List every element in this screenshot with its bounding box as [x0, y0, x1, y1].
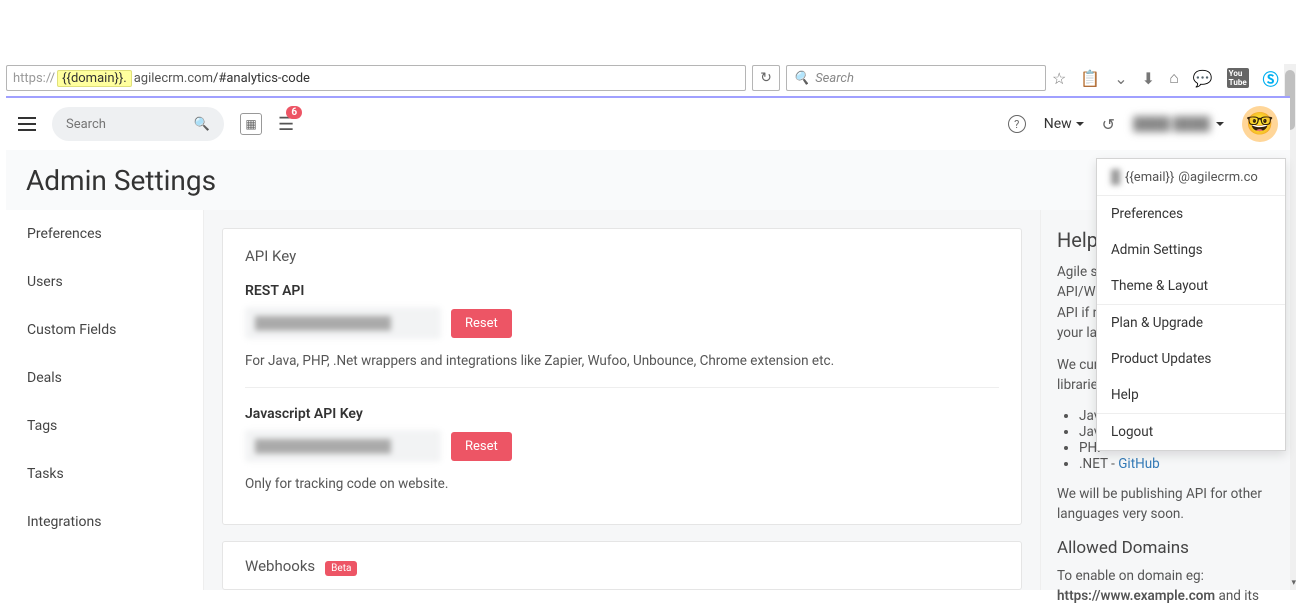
js-hint: Only for tracking code on website. — [245, 476, 999, 492]
rest-api-key-field[interactable]: ████████████████ — [245, 307, 441, 339]
beta-badge: Beta — [325, 561, 357, 576]
user-name: ████ ████ — [1133, 116, 1210, 132]
dropdown-help[interactable]: Help — [1097, 377, 1285, 413]
rest-hint: For Java, PHP, .Net wrappers and integra… — [245, 353, 999, 369]
tasks-button[interactable]: ☰ 6 — [278, 114, 294, 135]
js-api-label: Javascript API Key — [245, 406, 999, 422]
new-label: New — [1044, 116, 1072, 132]
app-search[interactable]: 🔍 — [52, 107, 224, 141]
caret-down-icon — [1216, 122, 1224, 126]
caret-down-icon — [1076, 122, 1084, 126]
search-icon: 🔍 — [793, 71, 809, 86]
rest-api-label: REST API — [245, 283, 999, 299]
js-reset-button[interactable]: Reset — [451, 432, 512, 461]
help-button[interactable]: ? — [1008, 115, 1026, 133]
dropdown-email: █ {{email}} @agilecrm.co — [1097, 159, 1285, 196]
clipboard-icon[interactable]: 📋 — [1080, 69, 1100, 88]
allowed-domains-title: Allowed Domains — [1057, 538, 1274, 558]
app-topbar: 🔍 ▦ ☰ 6 ? New ↺ ████ ████ 🤓 █ { — [6, 98, 1290, 150]
card-title: API Key — [245, 247, 999, 265]
js-api-key-field[interactable]: ████████████████ — [245, 430, 441, 462]
new-button[interactable]: New — [1044, 116, 1084, 132]
sidebar-item-preferences[interactable]: Preferences — [6, 210, 203, 258]
webhooks-card: Webhooks Beta — [222, 541, 1022, 590]
main-content: API Key REST API ████████████████ Reset … — [204, 210, 1040, 590]
sidebar-item-users[interactable]: Users — [6, 258, 203, 306]
url-domain-placeholder: {{domain}}. — [57, 70, 132, 87]
sidebar-item-tags[interactable]: Tags — [6, 402, 203, 450]
user-dropdown: █ {{email}} @agilecrm.co Preferences Adm… — [1096, 158, 1286, 451]
dropdown-admin-settings[interactable]: Admin Settings — [1097, 232, 1285, 268]
sidebar-item-custom-fields[interactable]: Custom Fields — [6, 306, 203, 354]
history-icon[interactable]: ↺ — [1102, 115, 1115, 134]
sidebar-item-integrations[interactable]: Integrations — [6, 498, 203, 546]
skype-icon[interactable]: Ⓢ — [1263, 66, 1279, 90]
dropdown-plan-upgrade[interactable]: Plan & Upgrade — [1097, 305, 1285, 341]
dropdown-product-updates[interactable]: Product Updates — [1097, 341, 1285, 377]
reload-button[interactable]: ↻ — [752, 65, 780, 91]
tasks-badge: 6 — [286, 106, 302, 119]
dropdown-logout[interactable]: Logout — [1097, 414, 1285, 450]
app-frame: 🔍 ▦ ☰ 6 ? New ↺ ████ ████ 🤓 █ { — [6, 96, 1290, 590]
url-path: /#analytics-code — [213, 71, 310, 86]
browser-search-placeholder: Search — [815, 71, 854, 86]
star-icon[interactable]: ☆ — [1052, 69, 1066, 88]
sidebar-item-tasks[interactable]: Tasks — [6, 450, 203, 498]
url-scheme: https:// — [13, 71, 55, 86]
page-title: Admin Settings — [26, 164, 1270, 197]
menu-toggle-icon[interactable] — [18, 117, 36, 131]
url-bar[interactable]: https:// {{domain}}. agilecrm.com /#anal… — [6, 65, 746, 91]
download-icon[interactable]: ⬇ — [1142, 69, 1155, 88]
api-key-card: API Key REST API ████████████████ Reset … — [222, 228, 1022, 525]
email-placeholder: {{email}} — [1125, 170, 1174, 185]
help-p3: We will be publishing API for other lang… — [1057, 484, 1274, 525]
browser-icons: ☆ 📋 ⌄ ⬇ ⌂ 💬 YouTube Ⓢ — [1052, 66, 1289, 90]
sidebar-item-deals[interactable]: Deals — [6, 354, 203, 402]
browser-toolbar: https:// {{domain}}. agilecrm.com /#anal… — [0, 60, 1296, 96]
app-search-input[interactable] — [66, 117, 194, 132]
youtube-icon[interactable]: YouTube — [1227, 68, 1249, 88]
home-icon[interactable]: ⌂ — [1169, 68, 1179, 88]
user-menu-toggle[interactable]: ████ ████ — [1133, 116, 1224, 132]
calendar-icon: ▦ — [245, 117, 256, 131]
avatar[interactable]: 🤓 — [1242, 106, 1278, 142]
pocket-icon[interactable]: ⌄ — [1114, 69, 1127, 88]
dropdown-theme-layout[interactable]: Theme & Layout — [1097, 268, 1285, 304]
dropdown-preferences[interactable]: Preferences — [1097, 196, 1285, 232]
settings-sidebar: Preferences Users Custom Fields Deals Ta… — [6, 210, 204, 590]
browser-search[interactable]: 🔍 Search — [786, 65, 1046, 91]
webhooks-title: Webhooks — [245, 557, 315, 575]
calendar-button[interactable]: ▦ — [240, 113, 262, 135]
github-link[interactable]: GitHub — [1118, 456, 1160, 472]
allowed-p: To enable on domain eg: https://www.exam… — [1057, 566, 1274, 607]
chat-icon[interactable]: 💬 — [1193, 69, 1213, 88]
url-host: agilecrm.com — [134, 71, 213, 86]
rest-reset-button[interactable]: Reset — [451, 309, 512, 338]
help-li-dotnet: .NET - GitHub — [1079, 456, 1274, 472]
search-icon: 🔍 — [194, 117, 210, 132]
email-suffix: @agilecrm.co — [1178, 170, 1258, 185]
